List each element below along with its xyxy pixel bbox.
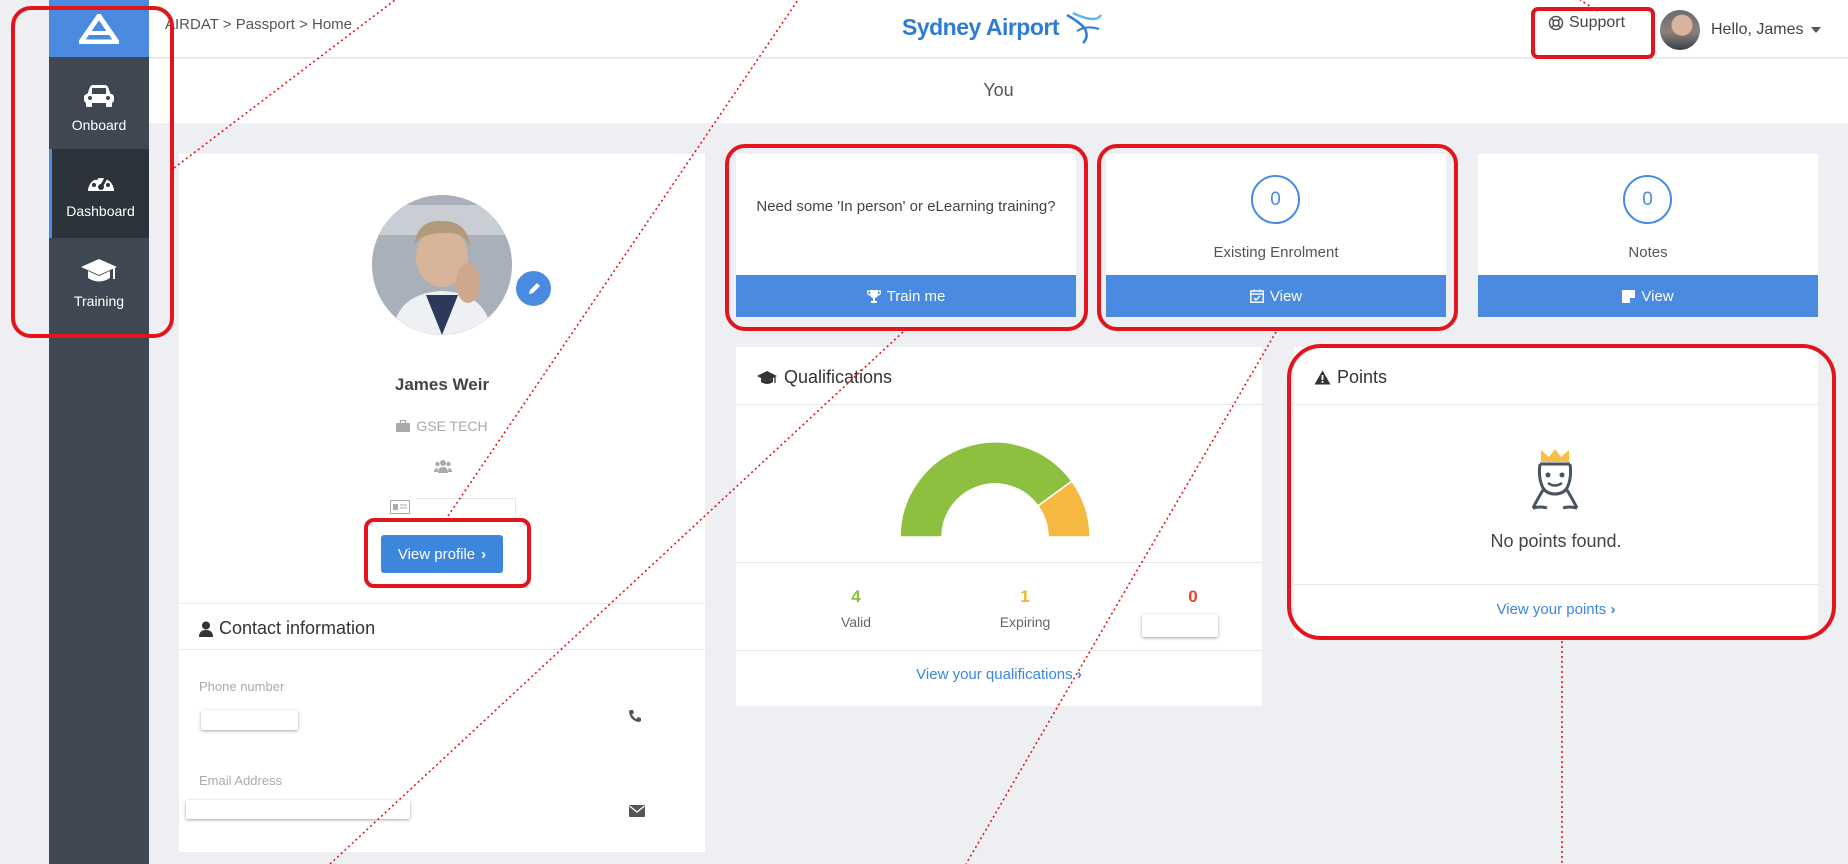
- user-menu[interactable]: Hello, James: [1660, 10, 1822, 50]
- qualification-stats: 4 Valid 1 Expiring 0 E: [736, 562, 1262, 651]
- stat-expiring-label: Expiring: [999, 614, 1051, 630]
- graduation-cap-icon: [757, 370, 777, 384]
- pencil-icon: [528, 282, 540, 294]
- profile-role-label: GSE TECH: [416, 418, 488, 434]
- qualifications-gauge-chart: [899, 441, 1091, 538]
- briefcase-icon: [396, 420, 411, 432]
- contact-title-label: Contact information: [219, 618, 376, 638]
- profile-avatar: [372, 195, 512, 335]
- highlight-view-profile: [364, 518, 531, 588]
- brand-logo: Sydney Airport: [902, 9, 1103, 45]
- app: Onboard Dashboard Training AIRDAT > Pass…: [0, 0, 1848, 864]
- edit-avatar-button[interactable]: [514, 269, 553, 308]
- highlight-enrolment: [1097, 144, 1458, 331]
- chevron-right-icon: ›: [1076, 666, 1082, 683]
- highlight-points: [1287, 344, 1836, 640]
- envelope-icon[interactable]: [629, 804, 645, 822]
- redacted-stat-label: [1142, 614, 1218, 637]
- page-title: You: [983, 80, 1014, 100]
- screenshot-stage: Onboard Dashboard Training AIRDAT > Pass…: [0, 0, 1848, 864]
- highlight-support: [1531, 7, 1655, 59]
- caret-down-icon: [1811, 27, 1822, 33]
- qualifications-title: Qualifications: [756, 367, 892, 388]
- user-avatar: [1660, 10, 1700, 50]
- view-qualifications-link[interactable]: View your qualifications ›: [736, 666, 1262, 683]
- phone-icon[interactable]: [628, 709, 642, 728]
- stat-valid: 4 Valid: [796, 587, 916, 630]
- profile-photo: [372, 195, 512, 335]
- email-label: Email Address: [199, 773, 283, 788]
- redacted-id: [416, 498, 516, 516]
- sticky-note-icon: [1622, 289, 1636, 303]
- profile-name: James Weir: [394, 375, 490, 394]
- brand-name: Sydney Airport: [902, 13, 1060, 40]
- redacted-email: [186, 800, 410, 819]
- qualifications-title-label: Qualifications: [784, 367, 893, 387]
- notes-view-label: View: [1641, 287, 1674, 305]
- highlight-sidebar: [11, 6, 174, 338]
- profile-id: [390, 498, 520, 516]
- plane-logo-icon: [1066, 11, 1103, 44]
- stat-valid-value: 4: [851, 587, 861, 606]
- phone-label: Phone number: [199, 679, 285, 694]
- notes-label: Notes: [1628, 244, 1668, 261]
- stat-valid-label: Valid: [840, 614, 872, 630]
- contact-title: Contact information: [199, 618, 375, 639]
- redacted-phone: [201, 710, 298, 730]
- profile-role: GSE TECH: [179, 418, 705, 434]
- id-card-icon: [390, 500, 410, 514]
- stat-expiring: 1 Expiring: [965, 587, 1085, 630]
- breadcrumb[interactable]: AIRDAT > Passport > Home: [165, 16, 352, 33]
- qualifications-header: Qualifications: [736, 347, 1262, 405]
- contact-header: Contact information: [179, 603, 705, 650]
- stat-expiring-value: 1: [1020, 587, 1030, 606]
- user-greeting: Hello, James: [1711, 21, 1804, 38]
- group-icon: [434, 459, 452, 478]
- notes-view-button[interactable]: View: [1478, 275, 1818, 317]
- user-icon: [199, 621, 213, 637]
- highlight-train-me: [725, 144, 1088, 331]
- view-qualifications-label: View your qualifications: [916, 666, 1073, 683]
- page-subheader: You: [149, 59, 1848, 123]
- notes-count: 0: [1623, 175, 1672, 224]
- stat-expired-value: 0: [1188, 587, 1198, 606]
